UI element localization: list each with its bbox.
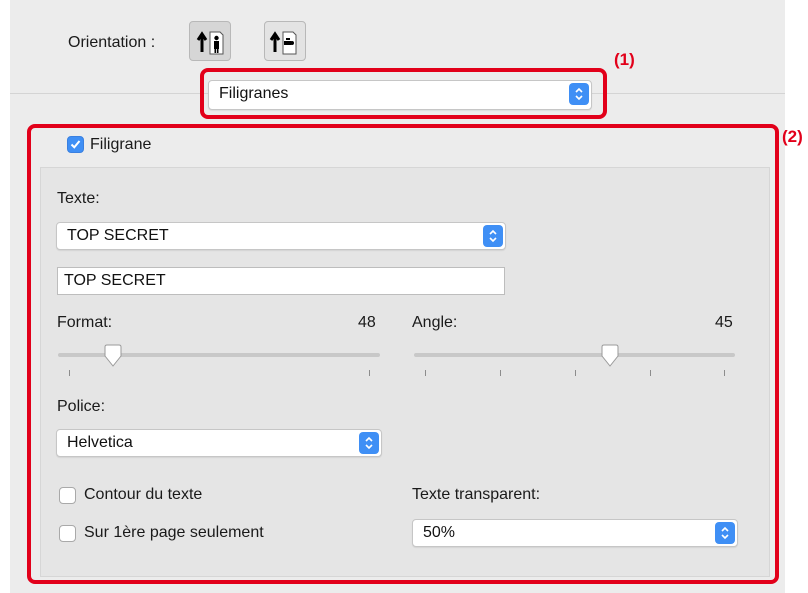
slider-tick: [369, 370, 370, 376]
watermark-text-value: TOP SECRET: [64, 272, 166, 289]
outline-text-label: Contour du texte: [84, 486, 203, 503]
slider-tick: [425, 370, 426, 376]
landscape-icon: [269, 31, 297, 55]
text-label: Texte:: [57, 190, 100, 207]
angle-slider-track: [414, 353, 735, 357]
font-label: Police:: [57, 398, 106, 415]
transparency-select[interactable]: 50%: [412, 519, 738, 547]
first-page-only-label: Sur 1ère page seulement: [84, 524, 264, 541]
portrait-icon: [196, 31, 224, 55]
watermark-checkbox[interactable]: [67, 136, 84, 153]
checkmark-icon: [70, 140, 81, 149]
font-select-value: Helvetica: [67, 434, 133, 451]
orientation-portrait-button[interactable]: [189, 21, 231, 61]
text-select-value: TOP SECRET: [67, 227, 169, 244]
slider-tick: [500, 370, 501, 376]
format-slider-thumb[interactable]: [101, 344, 125, 368]
transparency-select-value: 50%: [423, 524, 456, 541]
format-value: 48: [358, 314, 376, 331]
slider-tick: [69, 370, 70, 376]
slider-tick: [575, 370, 576, 376]
watermark-checkbox-label: Filigrane: [90, 136, 152, 153]
font-select[interactable]: Helvetica: [56, 429, 382, 457]
select-stepper-icon: [359, 432, 379, 454]
angle-label: Angle:: [412, 314, 458, 331]
callout-box-1: [200, 68, 607, 119]
angle-value: 45: [715, 314, 733, 331]
callout-label-1: (1): [614, 50, 635, 69]
angle-slider-thumb[interactable]: [598, 344, 622, 368]
watermark-text-field[interactable]: TOP SECRET: [57, 267, 505, 295]
select-stepper-icon: [715, 522, 735, 544]
orientation-landscape-button[interactable]: [264, 21, 306, 61]
callout-label-2: (2): [782, 127, 803, 146]
slider-tick: [724, 370, 725, 376]
outline-text-checkbox[interactable]: [59, 487, 76, 504]
text-select[interactable]: TOP SECRET: [56, 222, 506, 250]
format-label: Format:: [57, 314, 113, 331]
select-stepper-icon: [483, 225, 503, 247]
slider-tick: [650, 370, 651, 376]
transparent-text-label: Texte transparent:: [412, 486, 541, 503]
orientation-label: Orientation :: [68, 34, 156, 51]
first-page-only-checkbox[interactable]: [59, 525, 76, 542]
